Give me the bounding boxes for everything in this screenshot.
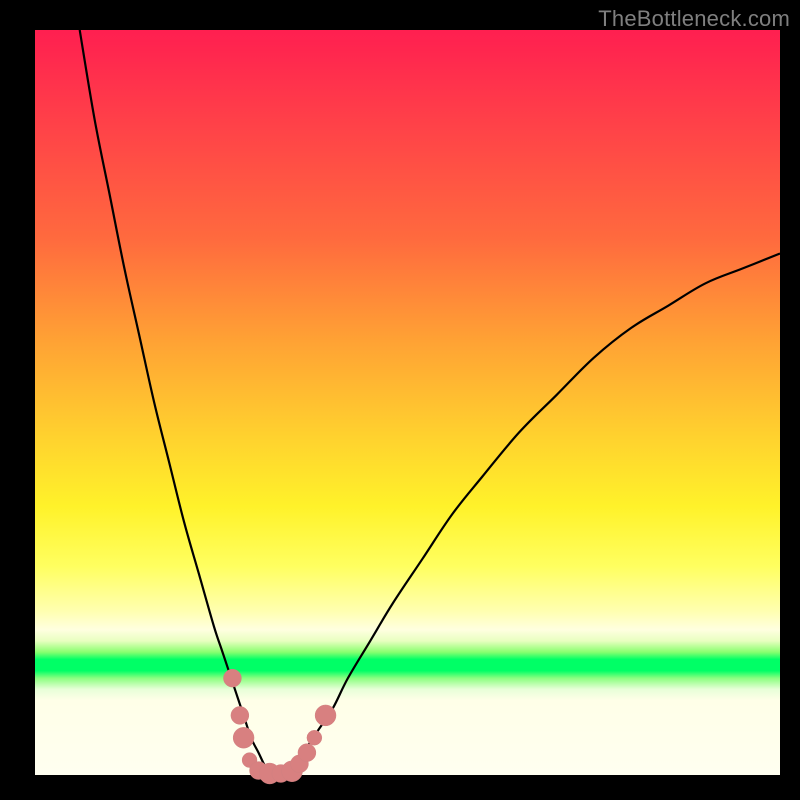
data-point [298,744,316,762]
data-point [223,669,241,687]
data-point [231,706,249,724]
outer-frame: TheBottleneck.com [0,0,800,800]
data-point [307,730,322,745]
left-curve [80,30,274,775]
data-dots [223,669,335,784]
curve-group [80,30,780,775]
watermark-text: TheBottleneck.com [598,6,790,32]
right-curve [288,254,780,776]
data-point [315,705,336,726]
data-point [233,727,254,748]
chart-svg [35,30,780,775]
